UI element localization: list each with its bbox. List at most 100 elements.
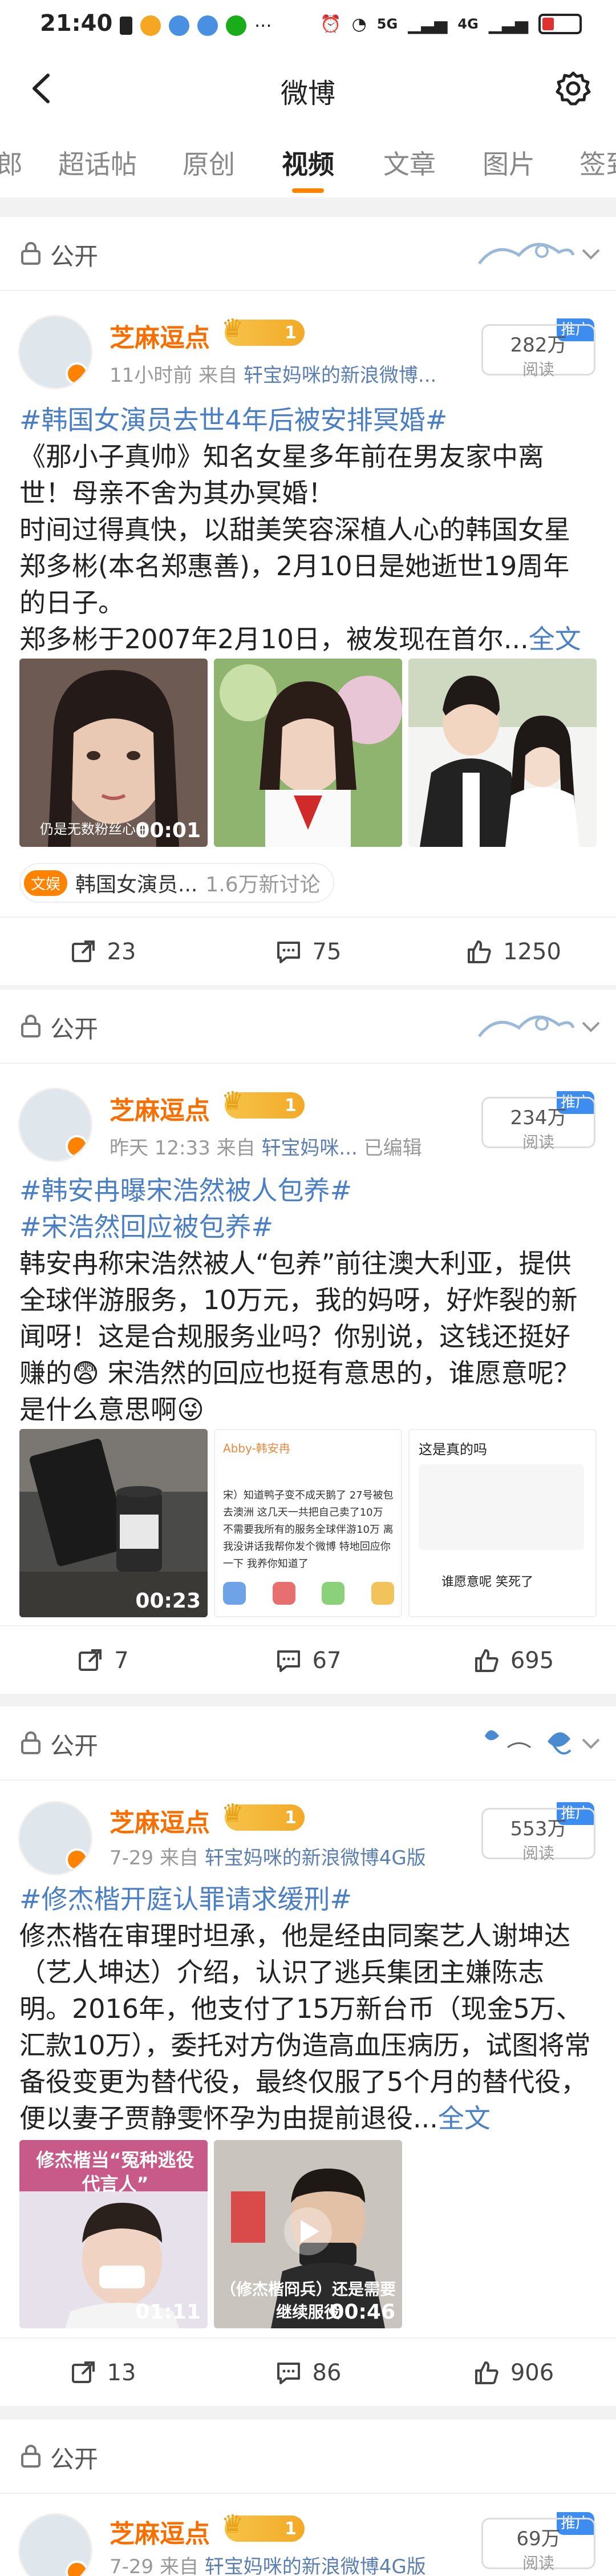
comment-button[interactable]: 86 bbox=[205, 2339, 411, 2407]
visibility-label: 公开 bbox=[50, 1015, 99, 1043]
image-thumbnail[interactable] bbox=[214, 659, 402, 847]
topic-link[interactable]: #宋浩然回应被包养# bbox=[19, 1209, 595, 1245]
video-thumbnail[interactable]: 仍是无数粉丝心中 00:01 bbox=[19, 659, 208, 847]
cloud-decoration-icon bbox=[478, 243, 575, 265]
post-actions: 7 67 695 bbox=[0, 1625, 616, 1694]
screenshot-icons bbox=[223, 1582, 394, 1605]
tab-article[interactable]: 文章 bbox=[383, 144, 436, 181]
tab-chaohua[interactable]: 超话帖 bbox=[58, 144, 137, 181]
comment-button[interactable]: 75 bbox=[205, 918, 411, 986]
topic-link[interactable]: #韩安冉曝宋浩然被人包养# bbox=[19, 1172, 595, 1209]
repost-button[interactable]: 7 bbox=[0, 1626, 205, 1695]
post-actions: 13 86 906 bbox=[0, 2337, 616, 2406]
status-bar: 21:40 ··· ⏰ ◔ 5G ▁▃▅ 4G ▁▃▅ bbox=[0, 0, 616, 57]
topic-link[interactable]: #韩国女演员去世4年后被安排冥婚# bbox=[19, 402, 595, 438]
weibo-app: 21:40 ··· ⏰ ◔ 5G ▁▃▅ 4G ▁▃▅ 微博 郎 超话帖 原创 … bbox=[0, 0, 616, 2576]
avatar[interactable] bbox=[18, 2513, 92, 2576]
visibility-label: 公开 bbox=[50, 243, 99, 270]
tab-original[interactable]: 原创 bbox=[183, 144, 235, 181]
notification-icons: ··· bbox=[120, 15, 272, 37]
read-count-box[interactable]: 282万 阅读 bbox=[481, 324, 595, 379]
username[interactable]: 芝麻逗点 bbox=[110, 1802, 210, 1839]
like-button[interactable]: 1250 bbox=[411, 918, 616, 986]
post-body: 修杰楷在审理时坦承，他是经由同案艺人谢坤达（艺人坤达）介绍，认识了逃兵集团主嫌陈… bbox=[19, 1920, 591, 2134]
post-meta: 7-29 来自 轩宝妈咪的新浪微博4G版 bbox=[110, 2551, 426, 2576]
crown-icon: ♛ bbox=[221, 1087, 244, 1116]
cloud-decoration-icon bbox=[478, 1015, 575, 1037]
post-source[interactable]: 轩宝妈咪... bbox=[261, 1137, 357, 1160]
topic-chip[interactable]: 文娱 韩国女演员... 1.6万新讨论 bbox=[19, 863, 334, 903]
repost-icon bbox=[79, 1649, 102, 1671]
post-text[interactable]: #韩安冉曝宋浩然被人包养# #宋浩然回应被包养# 韩安冉称宋浩然被人“包养”前往… bbox=[19, 1172, 595, 1428]
active-tab-indicator bbox=[292, 188, 324, 193]
read-count-box[interactable]: 234万 阅读 bbox=[481, 1097, 595, 1152]
screenshot-title: 这是真的吗 bbox=[419, 1442, 487, 1457]
nav-bar: 微博 bbox=[0, 57, 616, 120]
chevron-down-icon[interactable] bbox=[579, 1018, 602, 1035]
thumbnail-image bbox=[408, 659, 597, 847]
read-more-link[interactable]: 全文 bbox=[438, 2103, 491, 2134]
topic-discussion-count: 1.6万新讨论 bbox=[205, 873, 321, 897]
comment-icon bbox=[277, 2363, 300, 2384]
verified-badge bbox=[66, 2561, 88, 2576]
visibility-bar: 公开 bbox=[0, 990, 616, 1064]
read-count-box[interactable]: 69万 阅读 bbox=[481, 2518, 595, 2573]
avatar[interactable] bbox=[18, 315, 92, 389]
username[interactable]: 芝麻逗点 bbox=[110, 317, 210, 354]
image-thumbnail[interactable]: Abby-韩安冉 宋）知道鸭子变不成天鹅了 27号被包去澳洲 这几天一共把自己卖… bbox=[214, 1429, 402, 1617]
tab-image[interactable]: 图片 bbox=[483, 144, 535, 181]
screenshot-text: 谁愿意呢 笑死了 bbox=[441, 1575, 533, 1589]
post-source[interactable]: 轩宝妈咪的新浪微博... bbox=[244, 364, 436, 387]
visibility-label: 公开 bbox=[50, 2445, 99, 2473]
post-meta: 11小时前 来自 轩宝妈咪的新浪微博... bbox=[110, 364, 437, 387]
read-more-link[interactable]: 全文 bbox=[529, 624, 581, 655]
vip-badge: ♛ 1 bbox=[221, 1087, 305, 1119]
post-source[interactable]: 轩宝妈咪的新浪微博4G版 bbox=[205, 1847, 426, 1870]
tab-checkin[interactable]: 签到 bbox=[579, 144, 616, 181]
video-thumbnail[interactable]: 00:23 bbox=[19, 1429, 208, 1617]
post-card: 公开 芝麻逗点 ♛ 1 7-29 来自 轩宝妈咪的新浪微博4G版 推广 553万阅… bbox=[0, 1706, 616, 2406]
avatar[interactable] bbox=[18, 1801, 92, 1875]
post-body: 韩安冉称宋浩然被人“包养”前往澳大利亚，提供全球伴游服务，10万元，我的妈呀，好… bbox=[19, 1248, 580, 1425]
app-icon bbox=[272, 1582, 295, 1605]
verified-badge bbox=[66, 1848, 88, 1871]
post-text[interactable]: #韩国女演员去世4年后被安排冥婚# 《那小子真帅》知名女星多年前在男友家中离世！… bbox=[19, 402, 595, 657]
verified-badge bbox=[66, 362, 88, 385]
visibility-label: 公开 bbox=[50, 1732, 99, 1760]
app-icon bbox=[223, 1582, 246, 1605]
post-meta: 昨天 12:33 来自 轩宝妈咪... 已编辑 bbox=[110, 1137, 422, 1160]
lock-icon bbox=[21, 1731, 40, 1754]
avatar[interactable] bbox=[18, 1088, 92, 1162]
username[interactable]: 芝麻逗点 bbox=[110, 2513, 210, 2550]
chevron-down-icon[interactable] bbox=[579, 245, 602, 263]
read-count-box[interactable]: 553万 阅读 bbox=[481, 1808, 595, 1863]
battery-icon bbox=[538, 14, 582, 34]
chevron-down-icon[interactable] bbox=[579, 1735, 602, 1752]
thumbs-up-icon bbox=[475, 1649, 499, 1672]
image-thumbnail[interactable]: 这是真的吗 谁愿意呢 笑死了 bbox=[408, 1429, 597, 1617]
post-text[interactable]: #修杰楷开庭认罪请求缓刑# 修杰楷在审理时坦承，他是经由同案艺人谢坤达（艺人坤达… bbox=[19, 1881, 595, 2137]
repost-icon bbox=[71, 940, 95, 962]
system-icons: ⏰ ◔ 5G ▁▃▅ 4G ▁▃▅ bbox=[320, 14, 582, 34]
topic-link[interactable]: #修杰楷开庭认罪请求缓刑# bbox=[19, 1881, 595, 1917]
repost-button[interactable]: 13 bbox=[0, 2339, 205, 2407]
repost-button[interactable]: 23 bbox=[0, 918, 205, 986]
username[interactable]: 芝麻逗点 bbox=[110, 1090, 210, 1127]
video-duration: 00:01 bbox=[135, 819, 201, 842]
visibility-bar: 公开 bbox=[0, 1706, 616, 1780]
thumbs-up-icon bbox=[468, 940, 491, 963]
signal-5g-label: 5G bbox=[376, 16, 398, 32]
video-thumbnail[interactable]: 修杰楷当“冤种逃役代言人” 01:11 bbox=[19, 2140, 208, 2328]
gear-icon[interactable] bbox=[553, 68, 593, 108]
video-thumbnail[interactable]: （修杰楷冏兵）还是需要继续服役 00:46 bbox=[214, 2140, 402, 2328]
image-thumbnail[interactable] bbox=[408, 659, 597, 847]
comment-button[interactable]: 67 bbox=[205, 1626, 411, 1695]
video-duration: 01:11 bbox=[135, 2300, 201, 2324]
tab-partial[interactable]: 郎 bbox=[0, 144, 23, 181]
tab-video[interactable]: 视频 bbox=[282, 144, 334, 181]
post-source[interactable]: 轩宝妈咪的新浪微博4G版 bbox=[205, 2555, 426, 2576]
visibility-bar: 公开 bbox=[0, 2420, 616, 2494]
like-button[interactable]: 695 bbox=[411, 1626, 616, 1695]
wechat-icon bbox=[226, 15, 246, 36]
like-button[interactable]: 906 bbox=[411, 2339, 616, 2407]
